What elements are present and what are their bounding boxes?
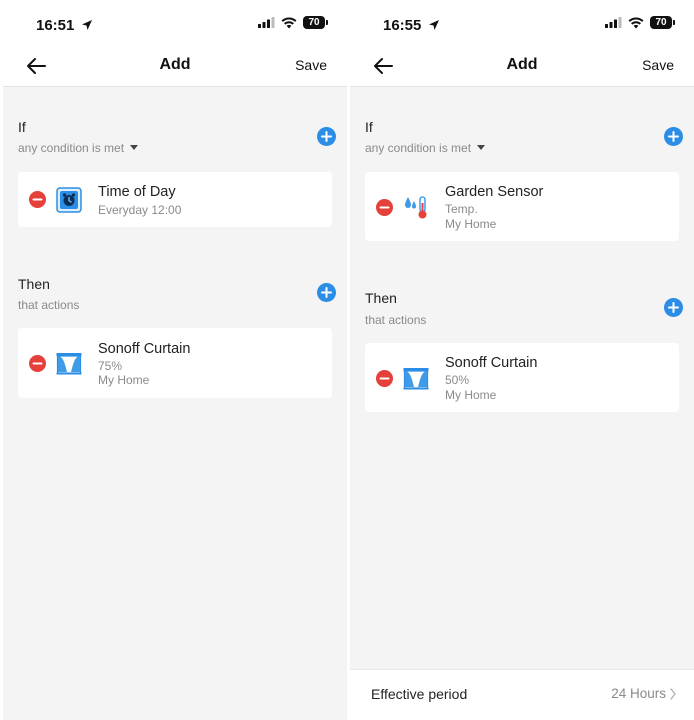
if-section-title: If [18,119,26,135]
condition-subtitle: Everyday 12:00 [98,203,182,217]
curtain-icon [56,353,82,375]
condition-location: My Home [445,217,497,231]
then-section-title: Then [365,290,397,306]
remove-action-button[interactable] [376,370,393,387]
dropdown-caret-icon [130,145,139,150]
action-title: Sonoff Curtain [98,341,191,357]
location-arrow-icon [428,20,439,30]
condition-mode-dropdown[interactable]: any condition is met [365,141,486,155]
status-time: 16:55 [383,17,440,34]
effective-period-label: Effective period [371,686,468,702]
then-section-title: Then [18,276,50,292]
add-action-button[interactable] [317,283,336,302]
battery-icon: 70 [303,16,328,29]
effective-period-row[interactable]: Effective period 24 Hours [350,669,694,720]
add-action-button[interactable] [664,298,683,317]
signal-icon [258,17,275,28]
condition-card[interactable]: Time of Day Everyday 12:00 [18,172,332,227]
remove-condition-button[interactable] [29,191,46,208]
condition-subtitle: Temp. [445,202,478,216]
action-card[interactable]: Sonoff Curtain 75% My Home [18,328,332,398]
nav-bar: Add Save [350,46,694,87]
chevron-right-icon [670,688,676,700]
then-section-subtitle: that actions [365,313,427,327]
save-button[interactable]: Save [642,57,674,73]
add-condition-button[interactable] [317,127,336,146]
wifi-icon [281,17,297,28]
action-value: 50% [445,373,470,387]
action-card[interactable]: Sonoff Curtain 50% My Home [365,343,679,412]
action-value: 75% [98,359,123,373]
dropdown-caret-icon [477,145,486,150]
save-button[interactable]: Save [295,57,327,73]
if-section-title: If [365,119,373,135]
temperature-humidity-icon [405,196,427,219]
battery-icon: 70 [650,16,675,29]
action-location: My Home [98,373,150,387]
condition-title: Time of Day [98,184,176,200]
remove-condition-button[interactable] [376,199,393,216]
signal-icon [605,17,622,28]
remove-action-button[interactable] [29,355,46,372]
condition-title: Garden Sensor [445,184,544,200]
nav-bar: Add Save [3,46,347,87]
curtain-icon [403,368,429,390]
status-bar: 16:51 70 [3,0,347,46]
status-time: 16:51 [36,17,93,34]
system-indicators: 70 [258,16,328,29]
alarm-clock-icon [56,187,82,213]
action-title: Sonoff Curtain [445,355,538,371]
phone-screen-left: 16:51 70 Add Save If any condition is me… [3,0,347,720]
then-section-subtitle: that actions [18,298,80,312]
phone-screen-right: 16:55 70 Add Save If any condition is me… [350,0,694,720]
effective-period-value: 24 Hours [611,686,666,701]
system-indicators: 70 [605,16,675,29]
action-location: My Home [445,388,497,402]
location-arrow-icon [81,20,92,30]
wifi-icon [628,17,644,28]
condition-card[interactable]: Garden Sensor Temp. My Home [365,172,679,241]
status-bar: 16:55 70 [350,0,694,46]
add-condition-button[interactable] [664,127,683,146]
condition-mode-dropdown[interactable]: any condition is met [18,141,139,155]
